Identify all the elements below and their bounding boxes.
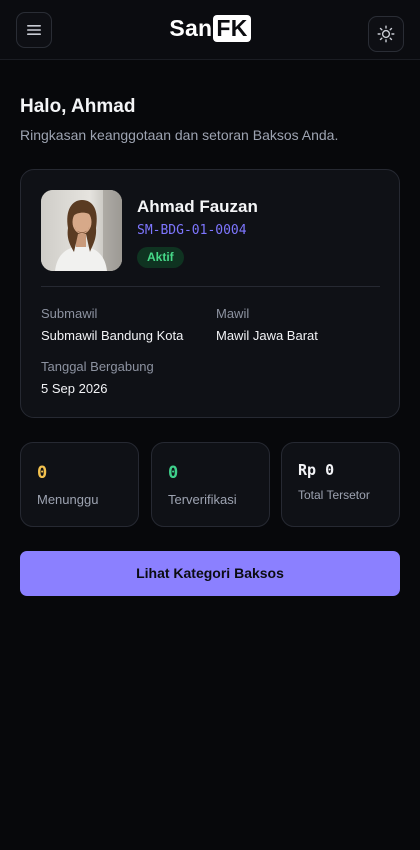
greeting-title: Halo, Ahmad [20,96,136,117]
view-categories-button[interactable]: Lihat Kategori Baksos [20,551,400,596]
logo-text: San [169,15,213,41]
stat-card-total: Rp 0 Total Tersetor [281,442,400,527]
status-badge: Aktif [137,247,184,268]
submawil-label: Submawil [41,306,98,321]
top-bar: San FK [0,0,420,60]
theme-toggle-button[interactable] [368,16,404,52]
pending-label: Menunggu [37,492,99,507]
avatar [41,190,122,271]
submawil-value: Submawil Bandung Kota [41,328,184,343]
total-deposited-value: Rp 0 [298,461,335,479]
card-divider [41,286,380,287]
joined-date-label: Tanggal Bergabung [41,359,154,374]
stat-card-pending: 0 Menunggu [20,442,139,527]
verified-count: 0 [168,463,179,483]
verified-label: Terverifikasi [168,492,237,507]
profile-name: Ahmad Fauzan [137,197,258,216]
sun-icon [377,25,395,43]
stat-card-verified: 0 Terverifikasi [151,442,270,527]
pending-count: 0 [37,463,48,483]
logo-box: FK [213,15,251,42]
greeting-subtitle: Ringkasan keanggotaan dan setoran Baksos… [20,127,339,143]
mawil-label: Mawil [216,306,250,321]
mawil-value: Mawil Jawa Barat [216,328,318,343]
member-code: SM-BDG-01-0004 [137,223,247,238]
joined-date-value: 5 Sep 2026 [41,381,108,396]
profile-card: Ahmad Fauzan SM-BDG-01-0004 Aktif Submaw… [20,169,400,418]
total-deposited-label: Total Tersetor [298,488,370,502]
app-logo[interactable]: San FK [0,15,420,42]
